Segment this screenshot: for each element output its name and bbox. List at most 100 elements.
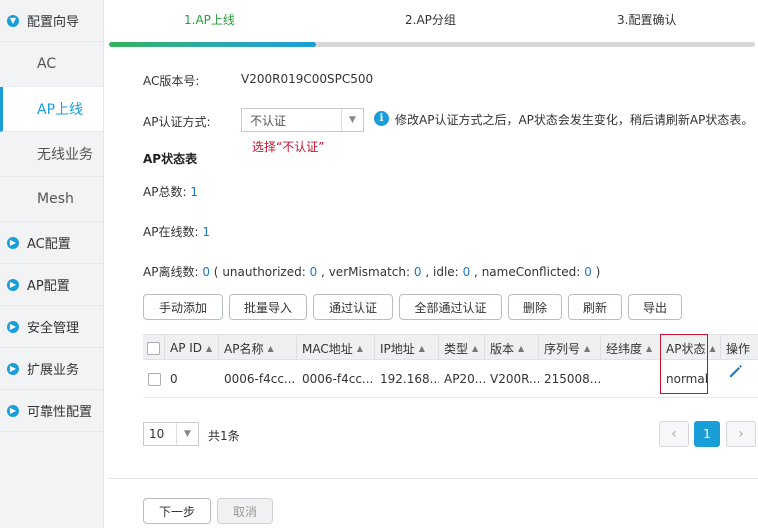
ac-version-value: V200R019C00SPC500: [241, 72, 374, 86]
ac-version-label: AC版本号:: [143, 74, 200, 88]
table-header: AP ID ▲ AP名称 ▲ MAC地址 ▲ IP地址 ▲ 类型 ▲ 版本 ▲ 序列号 ▲ 经…: [143, 334, 758, 361]
sidebar-group-label: 配置向导: [27, 15, 80, 30]
sort-up-icon: ▲: [267, 343, 274, 353]
page-size-select[interactable]: 10 ▼: [143, 422, 199, 446]
col-ap-id[interactable]: AP ID ▲: [165, 335, 219, 361]
ap-total-value: 1: [190, 185, 198, 199]
cell-version: V200R...: [490, 372, 539, 386]
col-label: AP状态: [666, 341, 706, 356]
sidebar-item-label: AP上线: [37, 102, 84, 118]
step-ap-online[interactable]: 1.AP上线: [184, 11, 235, 28]
batch-import-button[interactable]: 批量导入: [229, 294, 307, 320]
idle-value: 0: [462, 265, 471, 279]
chevron-down-icon: ▼: [341, 109, 363, 131]
cell-ap-name: 0006-f4cc...: [224, 372, 296, 386]
ap-offline-value: 0: [202, 265, 210, 279]
delete-button[interactable]: 删除: [508, 294, 562, 320]
prev-page-button[interactable]: ‹: [659, 421, 689, 447]
unauthorized-value: 0: [309, 265, 318, 279]
sidebar-group-label: 安全管理: [27, 321, 80, 336]
sidebar-group-label: 可靠性配置: [27, 405, 93, 420]
sidebar-group-label: AC配置: [27, 237, 71, 252]
ap-online-value: 1: [202, 225, 210, 239]
vermismatch-label: verMismatch:: [328, 265, 411, 279]
auth-mode-select[interactable]: 不认证 ▼: [241, 108, 364, 132]
table-toolbar: 手动添加 批量导入 通过认证 全部通过认证 删除 刷新 导出: [143, 294, 688, 320]
col-ap-status[interactable]: AP状态 ▲: [661, 335, 721, 361]
ap-total-label: AP总数: 1: [143, 183, 198, 200]
col-label: MAC地址: [302, 341, 353, 356]
page-number-button[interactable]: 1: [694, 421, 720, 447]
ap-total-label-text: AP总数:: [143, 185, 187, 199]
annotation-note: 选择“不认证”: [252, 140, 325, 154]
cancel-button[interactable]: 取消: [217, 498, 273, 524]
separator: ,: [425, 265, 430, 279]
info-icon: i: [374, 111, 389, 126]
row-checkbox[interactable]: [147, 372, 161, 386]
chevron-right-icon: ▶: [7, 236, 19, 249]
ap-offline-label: AP离线数:: [143, 265, 199, 279]
wizard-progress-fill: [109, 42, 316, 47]
sidebar-item-label: 无线业务: [37, 147, 93, 163]
select-all-checkbox[interactable]: [147, 341, 160, 355]
refresh-button[interactable]: 刷新: [568, 294, 622, 320]
col-actions: 操作: [721, 335, 758, 361]
sidebar-item-ac[interactable]: AC: [0, 42, 103, 87]
cell-ap-id: 0: [170, 372, 178, 386]
manual-add-button[interactable]: 手动添加: [143, 294, 223, 320]
sidebar-group-ap-config[interactable]: ▶ AP配置: [0, 264, 103, 306]
sort-up-icon: ▲: [646, 343, 653, 353]
sidebar-group-ac-config[interactable]: ▶ AC配置: [0, 222, 103, 264]
step-confirm[interactable]: 3.配置确认: [617, 11, 676, 28]
cell-mac: 0006-f4cc...: [302, 372, 374, 386]
col-ip[interactable]: IP地址 ▲: [375, 335, 439, 361]
main-content: 1.AP上线 2.AP分组 3.配置确认 AC版本号: V200R019C00S…: [104, 0, 758, 528]
col-mac[interactable]: MAC地址 ▲: [297, 335, 375, 361]
chevron-right-icon: ▶: [7, 404, 19, 417]
sidebar-group-security[interactable]: ▶ 安全管理: [0, 306, 103, 348]
col-serial[interactable]: 序列号 ▲: [539, 335, 601, 361]
pass-auth-button[interactable]: 通过认证: [313, 294, 393, 320]
cell-serial: 215008...: [544, 372, 601, 386]
sort-up-icon: ▲: [472, 343, 479, 353]
pencil-icon[interactable]: [728, 363, 744, 379]
paren-open: (: [213, 265, 219, 279]
sidebar-group-config-wizard[interactable]: ▼ 配置向导: [0, 0, 103, 42]
nameconflicted-value: 0: [584, 265, 592, 279]
sidebar-item-label: AC: [37, 56, 57, 72]
wizard-progress-bar: [109, 42, 755, 47]
page-size-value: 10: [149, 427, 165, 441]
sidebar-item-mesh[interactable]: Mesh: [0, 177, 103, 222]
sidebar: ▼ 配置向导 AC AP上线 无线业务 Mesh ▶ AC配置 ▶ AP配置 ▶…: [0, 0, 104, 528]
idle-label: idle:: [433, 265, 459, 279]
export-button[interactable]: 导出: [628, 294, 682, 320]
sidebar-item-label: Mesh: [37, 191, 74, 207]
sidebar-group-reliability[interactable]: ▶ 可靠性配置: [0, 390, 103, 432]
next-page-button[interactable]: ›: [726, 421, 756, 447]
sort-up-icon: ▲: [584, 343, 591, 353]
col-ap-name[interactable]: AP名称 ▲: [219, 335, 297, 361]
footer-divider: [109, 478, 758, 479]
sidebar-group-extended-service[interactable]: ▶ 扩展业务: [0, 348, 103, 390]
sidebar-group-label: AP配置: [27, 279, 70, 294]
sort-up-icon: ▲: [206, 343, 213, 353]
nameconflicted-label: nameConflicted:: [481, 265, 581, 279]
row-select-cell: [143, 360, 165, 398]
col-version[interactable]: 版本 ▲: [485, 335, 539, 361]
wizard-steps: 1.AP上线 2.AP分组 3.配置确认: [109, 0, 758, 48]
cell-ip: 192.168....: [380, 372, 439, 386]
paren-close: ): [595, 265, 601, 279]
unauthorized-label: unauthorized:: [222, 265, 306, 279]
col-label: 类型: [444, 341, 469, 356]
table-row[interactable]: 0 0006-f4cc... 0006-f4cc... 192.168.... …: [143, 360, 758, 398]
chevron-right-icon: ▶: [7, 278, 19, 291]
col-geo[interactable]: 经纬度 ▲: [601, 335, 661, 361]
sidebar-item-wireless-service[interactable]: 无线业务: [0, 132, 103, 177]
pass-all-auth-button[interactable]: 全部通过认证: [399, 294, 502, 320]
cell-ap-status: normal: [666, 372, 709, 386]
next-step-button[interactable]: 下一步: [143, 498, 211, 524]
ap-offline-line: AP离线数: 0 ( unauthorized: 0 , verMismatch…: [143, 263, 600, 280]
col-type[interactable]: 类型 ▲: [439, 335, 485, 361]
sidebar-item-ap-online[interactable]: AP上线: [0, 87, 103, 132]
step-ap-group[interactable]: 2.AP分组: [405, 11, 456, 28]
